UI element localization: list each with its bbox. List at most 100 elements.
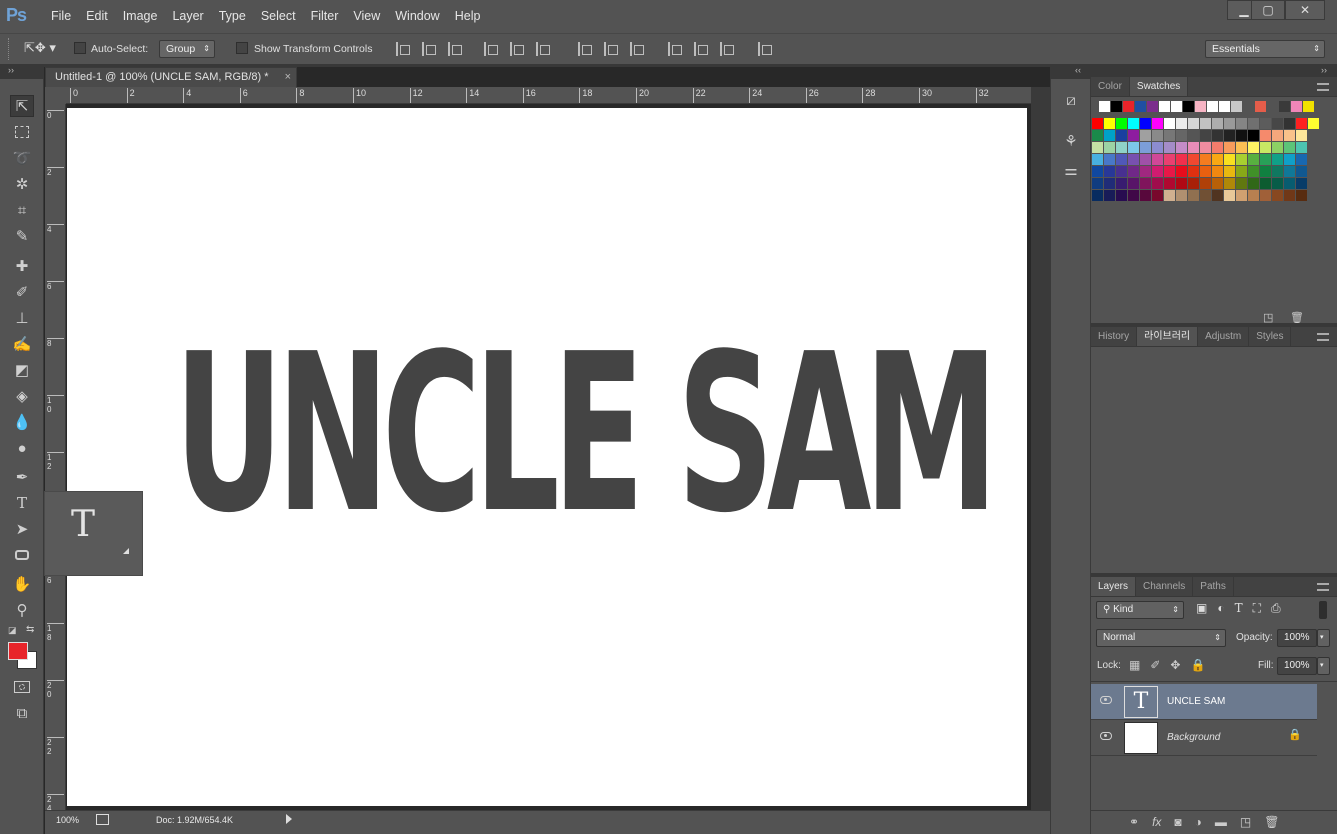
swatch[interactable]: [1272, 166, 1283, 177]
swatch[interactable]: [1135, 101, 1146, 112]
canvas-text-uncle-sam[interactable]: UNCLE SAM: [174, 320, 999, 550]
swatch[interactable]: [1284, 130, 1295, 141]
layer-row-background[interactable]: Background 🔒: [1091, 720, 1317, 756]
swatch[interactable]: [1176, 118, 1187, 129]
swatch[interactable]: [1267, 101, 1278, 112]
tab-paths[interactable]: Paths: [1193, 577, 1234, 596]
swatch[interactable]: [1236, 142, 1247, 153]
swatch[interactable]: [1260, 130, 1271, 141]
swatch[interactable]: [1140, 118, 1151, 129]
menu-select[interactable]: Select: [254, 0, 304, 33]
swatch[interactable]: [1140, 178, 1151, 189]
swatch[interactable]: [1092, 142, 1103, 153]
swatch[interactable]: [1224, 190, 1235, 201]
swatch[interactable]: [1176, 130, 1187, 141]
swatch[interactable]: [1248, 190, 1259, 201]
history-panel-icon[interactable]: ⧄: [1060, 90, 1082, 112]
blend-mode-dropdown[interactable]: Normal ⇕: [1096, 629, 1226, 647]
delete-layer-icon[interactable]: 🗑: [1264, 815, 1279, 829]
swatch[interactable]: [1128, 154, 1139, 165]
swatch[interactable]: [1140, 166, 1151, 177]
history-brush-tool-icon[interactable]: ✍: [10, 333, 34, 355]
swatch[interactable]: [1284, 142, 1295, 153]
swatch[interactable]: [1176, 178, 1187, 189]
default-colors-icon[interactable]: ◪: [8, 625, 17, 636]
swatch[interactable]: [1224, 154, 1235, 165]
swatch[interactable]: [1188, 130, 1199, 141]
swatch[interactable]: [1140, 130, 1151, 141]
swatch[interactable]: [1236, 190, 1247, 201]
layer-name[interactable]: Background: [1167, 732, 1220, 743]
swatch[interactable]: [1176, 190, 1187, 201]
swatch[interactable]: [1296, 154, 1307, 165]
swatch[interactable]: [1164, 142, 1175, 153]
swatch[interactable]: [1224, 142, 1235, 153]
menu-layer[interactable]: Layer: [165, 0, 211, 33]
swatch[interactable]: [1164, 118, 1175, 129]
swatch[interactable]: [1116, 142, 1127, 153]
swatch[interactable]: [1116, 154, 1127, 165]
history-panel-menu-icon[interactable]: [1317, 333, 1329, 341]
swatch[interactable]: [1236, 130, 1247, 141]
swatch[interactable]: [1260, 190, 1271, 201]
menu-file[interactable]: File: [44, 0, 79, 33]
swatch[interactable]: [1296, 142, 1307, 153]
swatch[interactable]: [1195, 101, 1206, 112]
distribute-hcenter-icon[interactable]: [694, 42, 708, 56]
lock-position-icon[interactable]: ✥: [1170, 658, 1180, 672]
add-mask-icon[interactable]: ◙: [1174, 815, 1181, 829]
swatch[interactable]: [1116, 166, 1127, 177]
swatch[interactable]: [1248, 142, 1259, 153]
swatch[interactable]: [1188, 178, 1199, 189]
status-menu-arrow-icon[interactable]: [286, 814, 292, 824]
swatch[interactable]: [1116, 190, 1127, 201]
type-tool-icon[interactable]: T: [10, 492, 34, 514]
swatch[interactable]: [1219, 101, 1230, 112]
swatch[interactable]: [1104, 166, 1115, 177]
filter-shape-icon[interactable]: ⛶: [1253, 601, 1261, 616]
lock-transparent-icon[interactable]: ▦: [1129, 658, 1140, 672]
close-window-button[interactable]: ✕: [1285, 0, 1325, 20]
swatch[interactable]: [1164, 190, 1175, 201]
swatch[interactable]: [1099, 101, 1110, 112]
layer-row-uncle-sam[interactable]: T UNCLE SAM: [1091, 684, 1317, 720]
align-vcenter-icon[interactable]: [422, 42, 436, 56]
swatch[interactable]: [1296, 178, 1307, 189]
swatch[interactable]: [1272, 178, 1283, 189]
swatch[interactable]: [1303, 101, 1314, 112]
swatch[interactable]: [1296, 130, 1307, 141]
move-tool-icon[interactable]: ⇱: [10, 95, 34, 117]
swatch[interactable]: [1291, 101, 1302, 112]
blur-tool-icon[interactable]: 💧: [10, 411, 34, 433]
document-tab-close-button[interactable]: ×: [285, 68, 291, 87]
fill-slider-button[interactable]: ▾: [1317, 657, 1330, 675]
swatch[interactable]: [1152, 154, 1163, 165]
swatch[interactable]: [1188, 142, 1199, 153]
swatch[interactable]: [1104, 190, 1115, 201]
swatch[interactable]: [1284, 118, 1295, 129]
swatch[interactable]: [1164, 166, 1175, 177]
swatch[interactable]: [1116, 118, 1127, 129]
swatch[interactable]: [1092, 178, 1103, 189]
swatch[interactable]: [1152, 190, 1163, 201]
workspace-dropdown[interactable]: Essentials ⇕: [1205, 40, 1325, 58]
lock-image-icon[interactable]: ✐: [1150, 658, 1160, 672]
menu-filter[interactable]: Filter: [304, 0, 347, 33]
swatch[interactable]: [1092, 130, 1103, 141]
quick-mask-icon[interactable]: [10, 676, 34, 698]
swatch[interactable]: [1200, 166, 1211, 177]
swatch[interactable]: [1308, 118, 1319, 129]
swatch[interactable]: [1147, 101, 1158, 112]
swatch[interactable]: [1200, 130, 1211, 141]
swatch[interactable]: [1212, 142, 1223, 153]
swatch[interactable]: [1152, 142, 1163, 153]
tab-layers[interactable]: Layers: [1091, 577, 1137, 596]
swatch[interactable]: [1128, 118, 1139, 129]
swatch[interactable]: [1260, 178, 1271, 189]
menu-help[interactable]: Help: [448, 0, 489, 33]
swatch[interactable]: [1284, 190, 1295, 201]
swatch[interactable]: [1212, 166, 1223, 177]
swatch[interactable]: [1248, 118, 1259, 129]
swatch[interactable]: [1279, 101, 1290, 112]
swatch[interactable]: [1200, 190, 1211, 201]
